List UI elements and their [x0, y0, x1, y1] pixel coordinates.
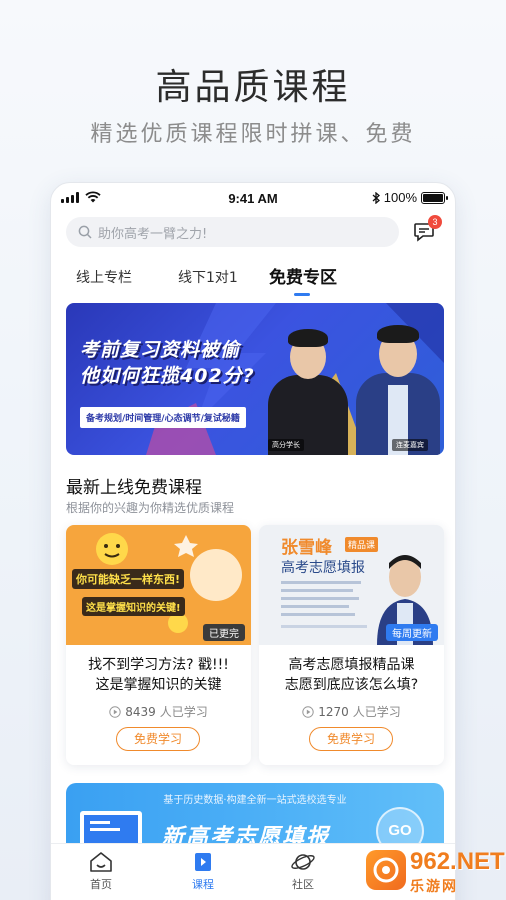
card-learner-count: 8439 人已学习 — [66, 703, 251, 720]
play-circle-icon — [109, 705, 121, 718]
tab-online-column[interactable]: 线上专栏 — [76, 267, 132, 287]
course-card[interactable]: 张雪峰 精品课 高考志愿填报 每周更新 高考志愿填报精品课 志愿到底应该怎么填? — [259, 525, 444, 765]
section-title: 最新上线免费课程 — [66, 478, 202, 498]
message-badge: 3 — [428, 215, 442, 229]
card-title-line2: 志愿到底应该怎么填? — [284, 677, 419, 693]
banner-person-left: 高分学长 — [262, 315, 354, 455]
card-title-line1: 找不到学习方法? 戳!!! — [88, 657, 229, 673]
site-watermark: 962.NET 乐游网 — [366, 846, 505, 896]
course-icon — [195, 853, 211, 871]
search-placeholder: 助你高考一臂之力! — [98, 226, 208, 242]
card-learner-count: 1270 人已学习 — [259, 703, 444, 720]
status-bar: 9:41 AM 100% — [51, 183, 455, 213]
bluetooth-icon — [372, 191, 380, 204]
tab-offline-1v1[interactable]: 线下1对1 — [178, 267, 238, 287]
tabbar-course-label: 课程 — [192, 878, 214, 891]
search-icon — [78, 225, 92, 239]
course-thumbnail: 你可能缺乏一样东西! 这是掌握知识的关键! 已更完 — [66, 525, 251, 645]
tabbar-home-label: 首页 — [90, 878, 112, 891]
banner-caption-left: 高分学长 — [268, 439, 304, 451]
hero-banner[interactable]: 考前复习资料被偷 他如何狂揽402分? 备考规划/时间管理/心态调节/复试秘籍 … — [66, 303, 444, 455]
play-circle-icon — [302, 705, 314, 718]
promo-tagline: 基于历史数据·构建全新一站式选校选专业 — [163, 795, 347, 806]
free-study-button[interactable]: 免费学习 — [116, 727, 200, 751]
card-status-badge: 每周更新 — [386, 624, 438, 641]
banner-headline-1: 考前复习资料被偷 — [80, 339, 241, 361]
learner-number: 8439 — [125, 704, 156, 719]
card-title: 找不到学习方法? 戳!!! 这是掌握知识的关键 — [74, 655, 243, 695]
watermark-logo-icon — [366, 850, 406, 890]
promo-headline: 高品质课程 — [155, 67, 351, 108]
card-title-line2: 这是掌握知识的关键 — [95, 677, 222, 693]
category-tabs: 线上专栏 线下1对1 免费专区 — [51, 263, 455, 297]
course-card[interactable]: 你可能缺乏一样东西! 这是掌握知识的关键! 已更完 找不到学习方法? 戳!!! … — [66, 525, 251, 765]
banner-person-right: 连麦嘉宾 — [352, 315, 444, 455]
learner-number: 1270 — [318, 704, 349, 719]
watermark-number: 962.NET — [410, 848, 505, 875]
course-thumbnail: 张雪峰 精品课 高考志愿填报 每周更新 — [259, 525, 444, 645]
tabbar-community-label: 社区 — [292, 878, 314, 891]
search-input[interactable]: 助你高考一臂之力! — [66, 217, 399, 247]
tabbar-course[interactable]: 课程 — [173, 850, 233, 892]
promo-subline: 精选优质课程限时拼课、免费 — [90, 122, 416, 147]
thumbnail-text-2: 这是掌握知识的关键! — [82, 597, 185, 616]
thumbnail-text-1: 你可能缺乏一样东西! — [72, 569, 185, 589]
card-status-badge: 已更完 — [203, 624, 245, 641]
tabbar-community[interactable]: 社区 — [273, 850, 333, 892]
learner-suffix: 人已学习 — [352, 705, 401, 719]
messages-button[interactable]: 3 — [412, 215, 442, 245]
card-title: 高考志愿填报精品课 志愿到底应该怎么填? — [267, 655, 436, 695]
watermark-text: 乐游网 — [410, 879, 458, 895]
card-title-line1: 高考志愿填报精品课 — [288, 657, 415, 673]
phone-frame: 9:41 AM 100% 助你高考一臂之力! 3 线上专栏 线下1对1 免费专区 — [50, 182, 456, 900]
section-subtitle: 根据你的兴趣为你精选优质课程 — [66, 501, 235, 515]
battery-percent: 100% — [383, 190, 417, 205]
home-icon — [90, 852, 112, 872]
banner-headline-2: 他如何狂揽402分? — [80, 365, 255, 387]
battery-icon — [421, 191, 448, 204]
tab-indicator — [294, 293, 310, 296]
learner-suffix: 人已学习 — [159, 705, 208, 719]
free-study-button[interactable]: 免费学习 — [309, 727, 393, 751]
tab-free-zone[interactable]: 免费专区 — [269, 263, 337, 288]
planet-icon — [291, 854, 315, 870]
banner-tags: 备考规划/时间管理/心态调节/复试秘籍 — [80, 407, 246, 428]
tabbar-home[interactable]: 首页 — [71, 850, 131, 892]
banner-caption-right: 连麦嘉宾 — [392, 439, 428, 451]
